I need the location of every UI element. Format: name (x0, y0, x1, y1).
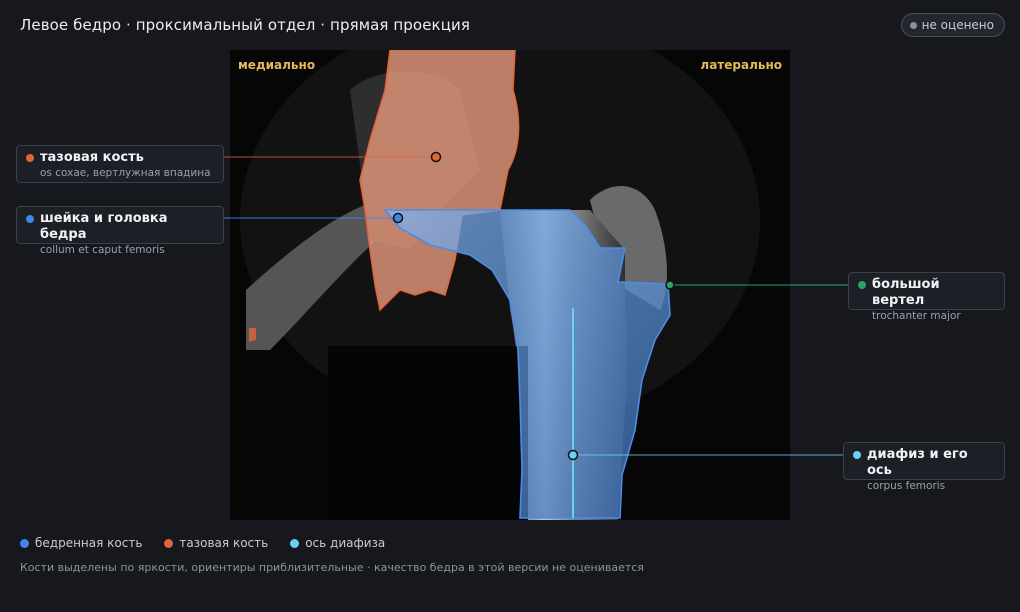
status-badge: не оценено (900, 13, 1005, 37)
annotation-card-trochanter[interactable]: большой вертел trochanter major (848, 272, 1005, 322)
legend-label: тазовая кость (179, 536, 269, 550)
annotation-latin: trochanter major (872, 310, 961, 322)
orientation-medial-label: медиально (238, 58, 316, 72)
trochanter-dot-icon (858, 281, 866, 289)
annotation-card-neck[interactable]: шейка и головка бедра collum et caput fe… (16, 206, 224, 256)
annotation-name: шейка и головка бедра (40, 211, 168, 242)
annotation-card-shaft[interactable]: диафиз и его ось corpus femoris (843, 442, 1005, 492)
annotation-latin: collum et caput femoris (40, 244, 165, 256)
annotation-name: большой вертел (872, 277, 940, 308)
annotation-latin: os coxae, вертлужная впадина (40, 167, 211, 179)
neck-dot-icon (26, 215, 34, 223)
legend: бедренная кость тазовая кость ось диафиз… (20, 536, 385, 550)
shaft-dot-icon (853, 451, 861, 459)
femur-dot-icon (20, 538, 29, 548)
status-dot-icon (909, 21, 917, 29)
xray-image (230, 50, 790, 520)
xray-viewer[interactable]: медиально латерально (230, 50, 790, 520)
pelvis-dot-icon (26, 154, 34, 162)
axis-dot-icon (290, 538, 300, 548)
status-badge-label: не оценено (921, 18, 994, 32)
orientation-lateral-label: латерально (700, 58, 782, 72)
legend-item-axis: ось диафиза (290, 536, 385, 550)
legend-label: бедренная кость (35, 536, 143, 550)
annotation-name: тазовая кость (40, 150, 144, 165)
footer-note: Кости выделены по яркости, ориентиры при… (20, 561, 644, 574)
annotation-name: диафиз и его ось (867, 447, 968, 478)
annotation-card-pelvis[interactable]: тазовая кость os coxae, вертлужная впади… (16, 145, 224, 183)
pelvis-dot-icon (164, 538, 174, 548)
legend-item-pelvis: тазовая кость (164, 536, 268, 550)
legend-item-femur: бедренная кость (20, 536, 142, 550)
annotation-latin: corpus femoris (867, 480, 946, 492)
legend-label: ось диафиза (305, 536, 386, 550)
page-title: Левое бедро · проксимальный отдел · прям… (20, 16, 470, 34)
